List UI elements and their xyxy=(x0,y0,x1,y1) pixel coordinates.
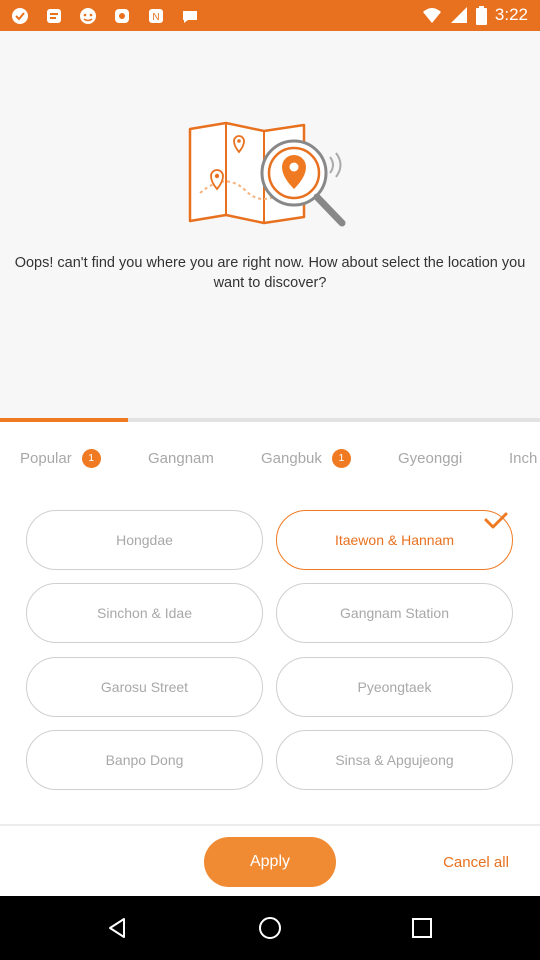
location-chip-label: Sinsa & Apgujeong xyxy=(335,752,454,768)
location-chip-hongdae[interactable]: Hongdae xyxy=(26,510,263,570)
tab-count-badge: 1 xyxy=(331,448,351,468)
location-chip-label: Banpo Dong xyxy=(105,752,184,768)
status-right: 3:22 xyxy=(422,5,528,25)
home-icon[interactable] xyxy=(258,916,282,940)
tab-incheon[interactable]: Inch xyxy=(509,440,537,476)
tab-progress-track xyxy=(0,418,540,422)
tab-label: Gangnam xyxy=(148,449,214,467)
checkmark-icon xyxy=(484,512,508,529)
recents-icon[interactable] xyxy=(410,916,434,940)
battery-icon xyxy=(475,5,487,25)
location-chip-pyeongtaek[interactable]: Pyeongtaek xyxy=(276,657,513,717)
location-chip-label: Itaewon & Hannam xyxy=(334,532,455,548)
svg-text:N: N xyxy=(152,12,159,23)
location-chip-label: Hongdae xyxy=(116,532,173,548)
location-chip-itaewon-hannam[interactable]: Itaewon & Hannam xyxy=(276,510,513,570)
location-chip-sinchon-idae[interactable]: Sinchon & Idae xyxy=(26,583,263,643)
location-chip-gangnam-station[interactable]: Gangnam Station xyxy=(276,583,513,643)
signal-icon xyxy=(450,7,467,23)
notification-app-icon xyxy=(115,9,129,23)
tab-gyeonggi[interactable]: Gyeonggi xyxy=(398,440,462,476)
system-nav-bar xyxy=(0,896,540,960)
location-chip-sinsa-apgujeong[interactable]: Sinsa & Apgujeong xyxy=(276,730,513,790)
location-message: Oops! can't find you where you are right… xyxy=(14,255,526,291)
notification-app-icon: N xyxy=(149,9,163,23)
wifi-icon xyxy=(422,8,441,23)
map-search-icon xyxy=(188,121,346,227)
cancel-all-button[interactable]: Cancel all xyxy=(428,849,524,875)
location-chip-label: Pyeongtaek xyxy=(357,679,432,695)
tab-label: Gangbuk xyxy=(261,449,322,467)
region-tabs: Popular 1 Gangnam Gangbuk 1 Gyeonggi Inc… xyxy=(0,440,540,476)
location-chip-label: Gangnam Station xyxy=(340,605,449,621)
notification-app-icon xyxy=(47,9,61,23)
tab-gangnam[interactable]: Gangnam xyxy=(148,440,214,476)
status-time: 3:22 xyxy=(494,5,528,24)
apply-button[interactable]: Apply xyxy=(204,837,336,887)
notification-app-icon xyxy=(12,8,28,24)
tab-gangbuk[interactable]: Gangbuk 1 xyxy=(261,440,351,476)
location-chip-garosu-street[interactable]: Garosu Street xyxy=(26,657,263,717)
back-icon[interactable] xyxy=(106,916,130,940)
tab-label: Gyeonggi xyxy=(398,449,463,467)
footer-divider xyxy=(0,824,540,826)
tab-progress-fill xyxy=(0,418,128,422)
location-not-found-panel: Oops! can't find you where you are right… xyxy=(0,31,540,419)
notification-app-icon xyxy=(80,8,96,24)
notification-app-icon xyxy=(183,11,197,23)
location-chip-label: Sinchon & Idae xyxy=(97,605,192,621)
location-chip-banpo-dong[interactable]: Banpo Dong xyxy=(26,730,263,790)
tab-label: Inch xyxy=(509,449,538,467)
tab-popular[interactable]: Popular 1 xyxy=(20,440,101,476)
tab-label: Popular xyxy=(20,449,72,467)
tab-count-badge: 1 xyxy=(81,448,101,468)
notification-icons: N xyxy=(10,6,200,26)
status-bar: N 3:22 xyxy=(0,0,540,31)
location-chip-label: Garosu Street xyxy=(100,679,189,695)
